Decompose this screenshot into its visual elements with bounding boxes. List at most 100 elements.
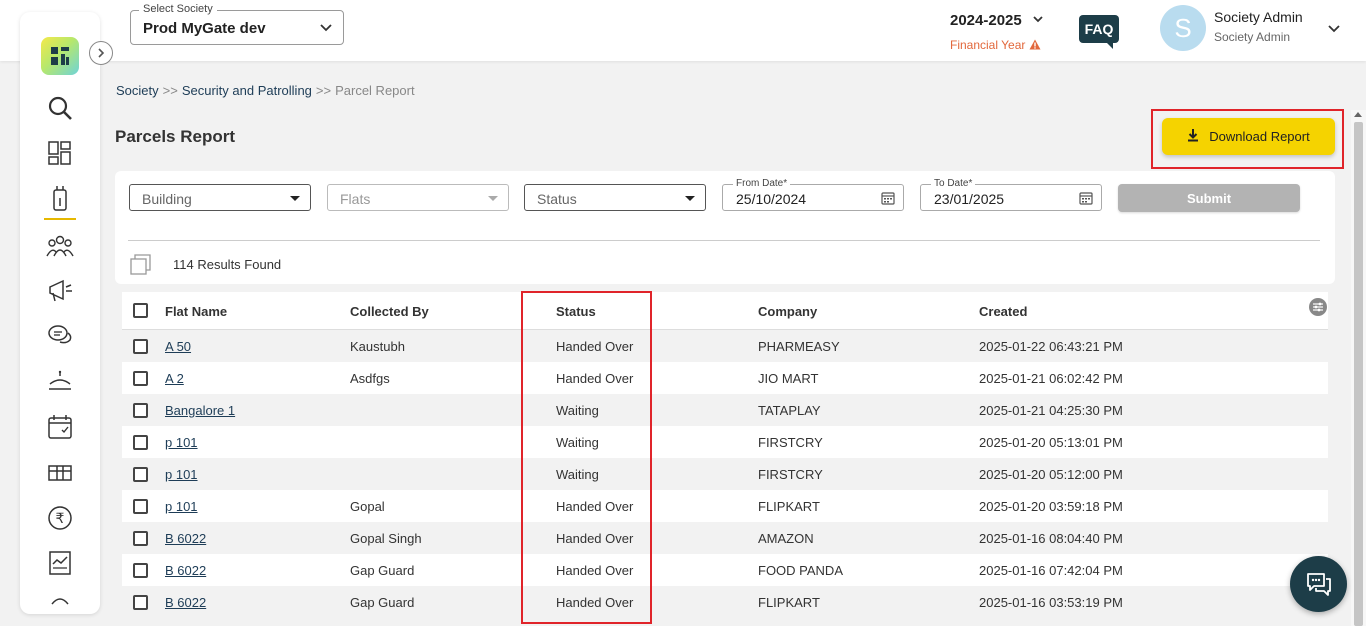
app-logo[interactable] — [41, 37, 79, 75]
cell-status: Waiting — [556, 403, 599, 418]
table-row: A 2 Asdfgs Handed Over JIO MART 2025-01-21 0… — [122, 362, 1328, 394]
filter-card: Building Flats Status From Date* 25/10/2… — [115, 171, 1335, 284]
faq-button[interactable]: FAQ — [1079, 15, 1119, 49]
reports-icon[interactable] — [44, 547, 76, 579]
cell-flat-name[interactable]: A 50 — [165, 339, 191, 354]
financial-year-label: Financial Year — [950, 38, 1041, 52]
building-select[interactable]: Building — [129, 184, 311, 211]
rupee-icon[interactable]: ₹ — [44, 502, 76, 534]
select-all-checkbox[interactable] — [133, 303, 148, 318]
cell-collected-by: Gap Guard — [350, 563, 415, 578]
cell-flat-name[interactable]: p 101 — [165, 467, 198, 482]
society-select-label: Select Society — [139, 3, 217, 15]
cell-collected-by: Asdfgs — [350, 371, 390, 386]
cell-flat-name[interactable]: p 101 — [165, 499, 198, 514]
cell-status: Handed Over — [556, 499, 634, 514]
breadcrumb-separator: >> — [315, 83, 332, 98]
row-checkbox[interactable] — [133, 595, 148, 610]
row-checkbox[interactable] — [133, 563, 148, 578]
cell-company: PHARMEASY — [758, 339, 840, 354]
cell-created: 2025-01-16 03:53:19 PM — [979, 595, 1123, 610]
cell-collected-by: Gap Guard — [350, 595, 415, 610]
cell-company: FLIPKART — [758, 595, 820, 610]
flats-select[interactable]: Flats — [327, 184, 509, 211]
cell-collected-by: Kaustubh — [350, 339, 405, 354]
column-header-flat-name[interactable]: Flat Name — [165, 304, 227, 319]
breadcrumb-society[interactable]: Society — [116, 83, 159, 98]
parcels-table: Flat Name Collected By Status Company Cr… — [122, 292, 1328, 618]
row-checkbox[interactable] — [133, 339, 148, 354]
breadcrumb-current: Parcel Report — [335, 83, 415, 98]
sidebar-toggle-button[interactable] — [89, 41, 113, 65]
cell-created: 2025-01-21 04:25:30 PM — [979, 403, 1123, 418]
table-header: Flat Name Collected By Status Company Cr… — [122, 292, 1328, 330]
cell-flat-name[interactable]: B 6022 — [165, 531, 206, 546]
table-row: Bangalore 1 Waiting TATAPLAY 2025-01-21 04:… — [122, 394, 1328, 426]
scrollbar[interactable] — [1351, 110, 1366, 626]
residents-icon[interactable] — [44, 230, 76, 262]
building-placeholder: Building — [142, 191, 192, 207]
cell-created: 2025-01-20 05:12:00 PM — [979, 467, 1123, 482]
chevron-down-icon — [319, 20, 333, 39]
user-role: Society Admin — [1214, 30, 1291, 44]
divider — [128, 240, 1320, 241]
announcement-icon[interactable] — [44, 275, 76, 307]
cell-created: 2025-01-16 07:42:04 PM — [979, 563, 1123, 578]
chat-support-button[interactable] — [1290, 556, 1347, 612]
cell-company: JIO MART — [758, 371, 819, 386]
cell-created: 2025-01-22 06:43:21 PM — [979, 339, 1123, 354]
society-select[interactable]: Select Society Prod MyGate dev — [130, 3, 344, 45]
from-date-field[interactable]: From Date* 25/10/2024 — [722, 178, 904, 211]
dashboard-icon[interactable] — [44, 137, 76, 169]
column-header-created[interactable]: Created — [979, 304, 1027, 319]
top-header: Select Society Prod MyGate dev 2024-2025… — [0, 0, 1366, 61]
calendar-icon[interactable] — [881, 191, 895, 210]
submit-button[interactable]: Submit — [1118, 184, 1300, 212]
cell-created: 2025-01-20 03:59:18 PM — [979, 499, 1123, 514]
chat-icon[interactable] — [44, 320, 76, 352]
chevron-down-icon[interactable] — [1327, 21, 1341, 40]
scrollbar-thumb[interactable] — [1354, 122, 1363, 626]
breadcrumb: Society >> Security and Patrolling >> Parcel… — [116, 83, 415, 98]
parcel-box-icon[interactable] — [44, 456, 76, 488]
column-header-collected-by[interactable]: Collected By — [350, 304, 429, 319]
security-icon[interactable] — [44, 182, 76, 220]
breadcrumb-security-patrolling[interactable]: Security and Patrolling — [182, 83, 312, 98]
table-row: B 6022 Gap Guard Handed Over FLIPKART 2025-0… — [122, 586, 1328, 618]
financial-year-value: 2024-2025 — [950, 12, 1022, 30]
cell-flat-name[interactable]: B 6022 — [165, 595, 206, 610]
cell-flat-name[interactable]: Bangalore 1 — [165, 403, 235, 418]
column-header-status[interactable]: Status — [556, 304, 596, 319]
row-checkbox[interactable] — [133, 435, 148, 450]
cell-company: FOOD PANDA — [758, 563, 843, 578]
to-date-value: 23/01/2025 — [934, 191, 1005, 207]
download-report-button[interactable]: Download Report — [1162, 118, 1335, 155]
table-row: B 6022 Gopal Singh Handed Over AMAZON 2025-0… — [122, 522, 1328, 554]
calendar-icon[interactable] — [1079, 191, 1093, 210]
cell-flat-name[interactable]: A 2 — [165, 371, 184, 386]
row-checkbox[interactable] — [133, 371, 148, 386]
more-icon[interactable] — [44, 592, 76, 614]
avatar[interactable]: S — [1160, 5, 1206, 51]
to-date-field[interactable]: To Date* 23/01/2025 — [920, 178, 1102, 211]
calendar-icon[interactable] — [44, 411, 76, 443]
scroll-up-arrow-icon[interactable] — [1354, 112, 1362, 117]
cell-status: Handed Over — [556, 371, 634, 386]
row-checkbox[interactable] — [133, 499, 148, 514]
financial-year-select[interactable]: 2024-2025 Financial Year — [950, 12, 1044, 52]
user-name[interactable]: Society Admin — [1214, 9, 1303, 25]
cell-flat-name[interactable]: B 6022 — [165, 563, 206, 578]
caret-down-icon — [685, 196, 695, 201]
column-header-company[interactable]: Company — [758, 304, 817, 319]
status-select[interactable]: Status — [524, 184, 706, 211]
search-icon[interactable] — [44, 92, 76, 124]
row-checkbox[interactable] — [133, 403, 148, 418]
row-checkbox[interactable] — [133, 531, 148, 546]
chevron-down-icon — [1032, 12, 1044, 30]
warning-icon — [1029, 38, 1041, 52]
copy-icon[interactable] — [130, 254, 152, 281]
amenities-icon[interactable] — [44, 366, 76, 398]
row-checkbox[interactable] — [133, 467, 148, 482]
column-settings-icon[interactable] — [1309, 298, 1327, 316]
cell-flat-name[interactable]: p 101 — [165, 435, 198, 450]
